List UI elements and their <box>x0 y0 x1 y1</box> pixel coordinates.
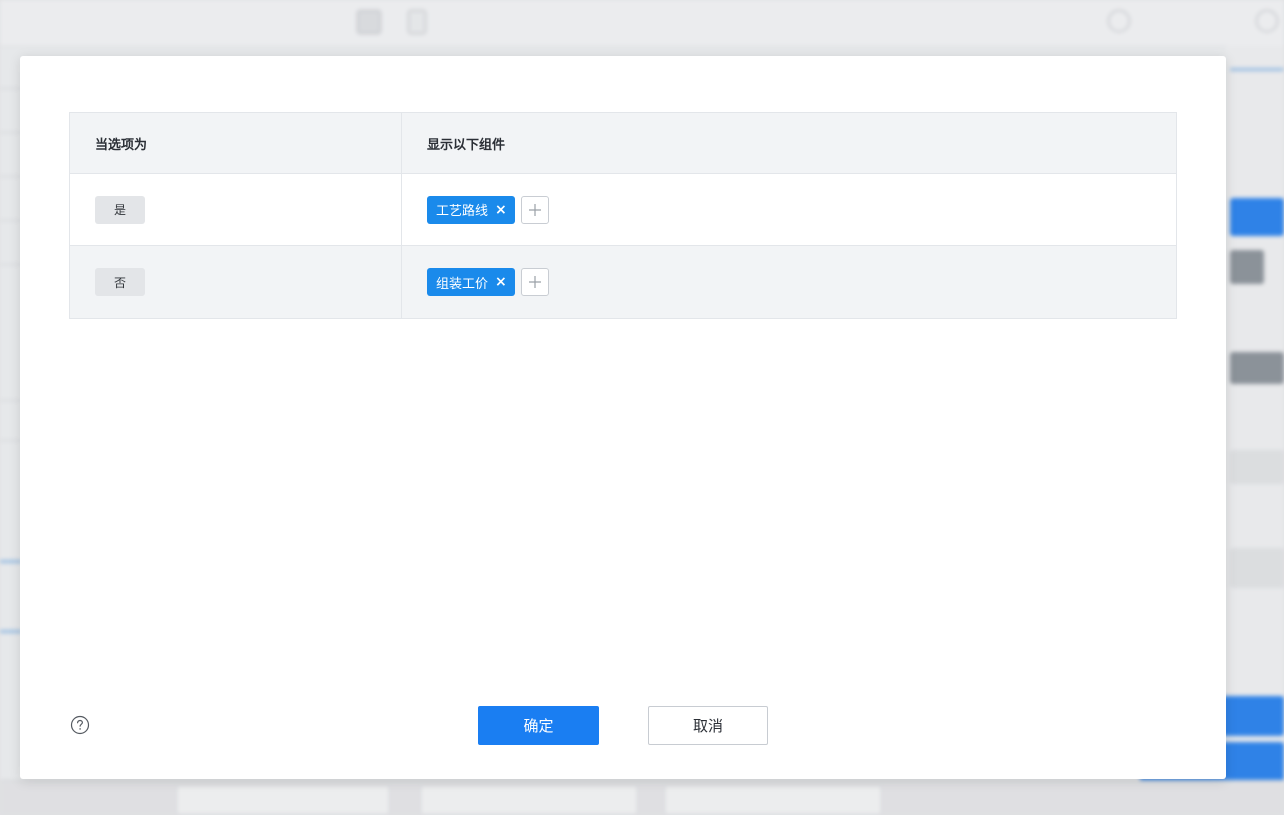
header-option: 当选项为 <box>70 113 402 173</box>
add-component-button[interactable] <box>520 195 549 224</box>
remove-tag-icon[interactable]: × <box>495 203 507 217</box>
option-cell: 否 <box>70 246 402 318</box>
option-value: 是 <box>95 195 145 224</box>
condition-table: 当选项为 显示以下组件 是 工艺路线 × 否 组装工价 × <box>69 112 1177 319</box>
header-components: 显示以下组件 <box>427 137 506 153</box>
option-cell: 是 <box>70 174 402 245</box>
table-row: 是 工艺路线 × <box>70 174 1176 246</box>
table-header: 当选项为 显示以下组件 <box>70 113 1176 174</box>
condition-display-dialog: 当选项为 显示以下组件 是 工艺路线 × 否 组装工价 × 确定 取消 <box>20 56 1226 779</box>
remove-tag-icon[interactable]: × <box>495 275 507 289</box>
cancel-button[interactable]: 取消 <box>648 706 768 745</box>
confirm-button[interactable]: 确定 <box>478 706 599 745</box>
component-tag[interactable]: 工艺路线 × <box>427 195 515 224</box>
component-tag[interactable]: 组装工价 × <box>427 268 515 296</box>
add-component-button[interactable] <box>520 268 549 296</box>
plus-icon <box>528 276 541 288</box>
component-tag-label: 组装工价 <box>436 276 489 292</box>
component-tag-label: 工艺路线 <box>436 204 489 219</box>
option-value: 否 <box>95 268 145 296</box>
question-circle-icon[interactable] <box>70 715 90 735</box>
table-row: 否 组装工价 × <box>70 246 1176 318</box>
components-cell: 组装工价 × <box>402 246 1176 318</box>
plus-icon <box>528 203 541 216</box>
components-cell: 工艺路线 × <box>402 174 1176 245</box>
